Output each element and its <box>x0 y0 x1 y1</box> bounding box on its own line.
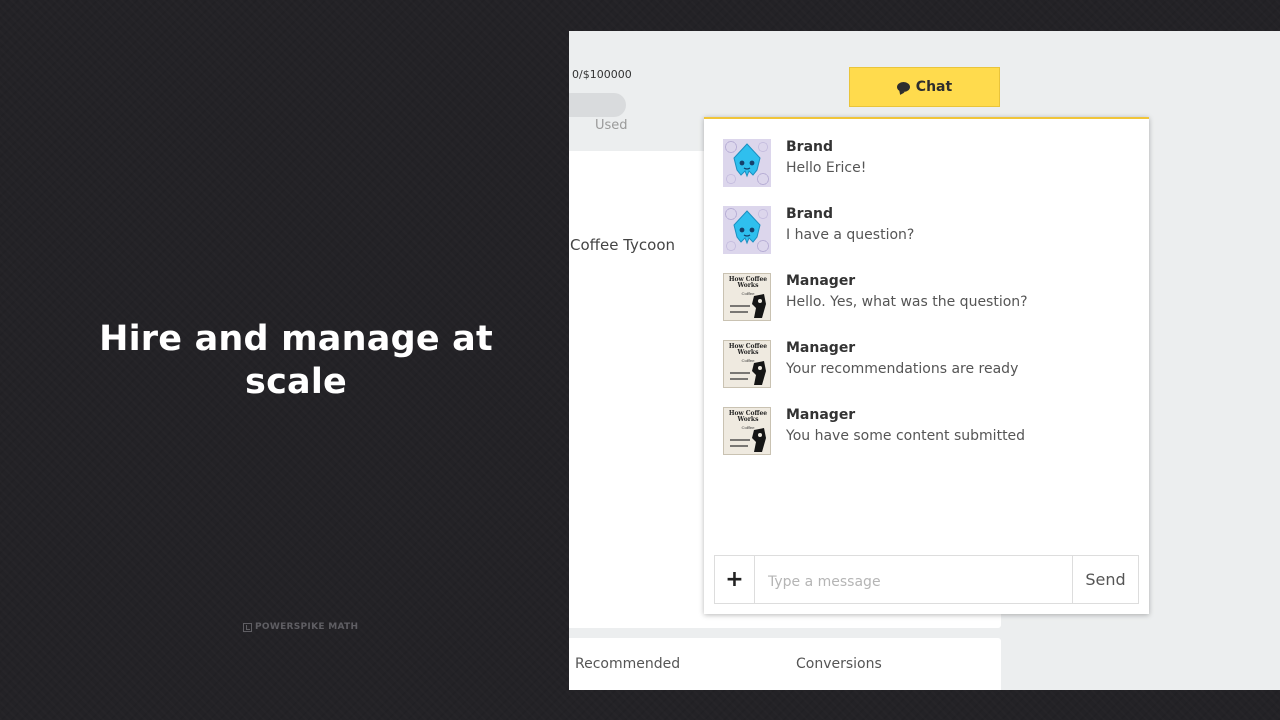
chat-bubble-icon <box>896 82 910 92</box>
project-name[interactable]: Coffee Tycoon <box>570 236 675 254</box>
manager-avatar: How Coffee Works Coffee <box>723 340 771 388</box>
chat-panel: Brand Hello Erice! Brand I have a questi… <box>704 117 1149 614</box>
message-text: Hello Erice! <box>786 160 867 176</box>
slide-headline: Hire and manage at scale <box>99 319 493 402</box>
budget-amount: 0/$100000 <box>572 68 632 81</box>
budget-used-label: Used <box>595 118 628 133</box>
brand-avatar <box>723 139 771 187</box>
chat-message: How Coffee Works Coffee Manager You have… <box>723 407 1133 457</box>
manager-avatar: How Coffee Works Coffee <box>723 407 771 455</box>
slide: Hire and manage at scale POWERSPIKE MATH… <box>0 0 1280 720</box>
column-header-recommended: Recommended <box>575 656 681 672</box>
logo-icon <box>243 622 252 632</box>
manager-avatar: How Coffee Works Coffee <box>723 273 771 321</box>
message-sender: Manager <box>786 340 856 356</box>
message-text: Hello. Yes, what was the question? <box>786 294 1028 310</box>
chat-message: How Coffee Works Coffee Manager Your rec… <box>723 340 1133 390</box>
message-sender: Manager <box>786 273 856 289</box>
stats-card: Recommended Conversions <box>569 638 1001 690</box>
send-button[interactable]: Send <box>1072 556 1138 603</box>
watermark: POWERSPIKE MATH <box>243 622 358 632</box>
squid-icon <box>733 210 761 245</box>
coffee-machine-icon <box>730 294 766 318</box>
message-composer: + Send <box>714 555 1139 604</box>
message-input[interactable] <box>755 556 1072 603</box>
chat-button[interactable]: Chat <box>849 67 1000 107</box>
coffee-machine-icon <box>730 361 766 385</box>
app-window: 0/$100000 Used Coffee Tycoon Recommended… <box>569 31 1280 690</box>
message-text: I have a question? <box>786 227 915 243</box>
coffee-machine-icon <box>730 428 766 452</box>
add-attachment-button[interactable]: + <box>715 556 755 603</box>
budget-progress-bar <box>569 93 626 117</box>
message-sender: Brand <box>786 139 834 155</box>
chat-button-label: Chat <box>915 79 953 95</box>
column-header-conversions: Conversions <box>796 656 882 672</box>
message-sender: Brand <box>786 206 834 222</box>
squid-icon <box>733 143 761 178</box>
chat-message: Brand I have a question? <box>723 206 1133 256</box>
chat-message: Brand Hello Erice! <box>723 139 1133 189</box>
message-text: Your recommendations are ready <box>786 361 1019 377</box>
brand-avatar <box>723 206 771 254</box>
message-sender: Manager <box>786 407 856 423</box>
message-text: You have some content submitted <box>786 428 1026 444</box>
chat-message: How Coffee Works Coffee Manager Hello. Y… <box>723 273 1133 323</box>
watermark-text: POWERSPIKE MATH <box>255 622 359 632</box>
